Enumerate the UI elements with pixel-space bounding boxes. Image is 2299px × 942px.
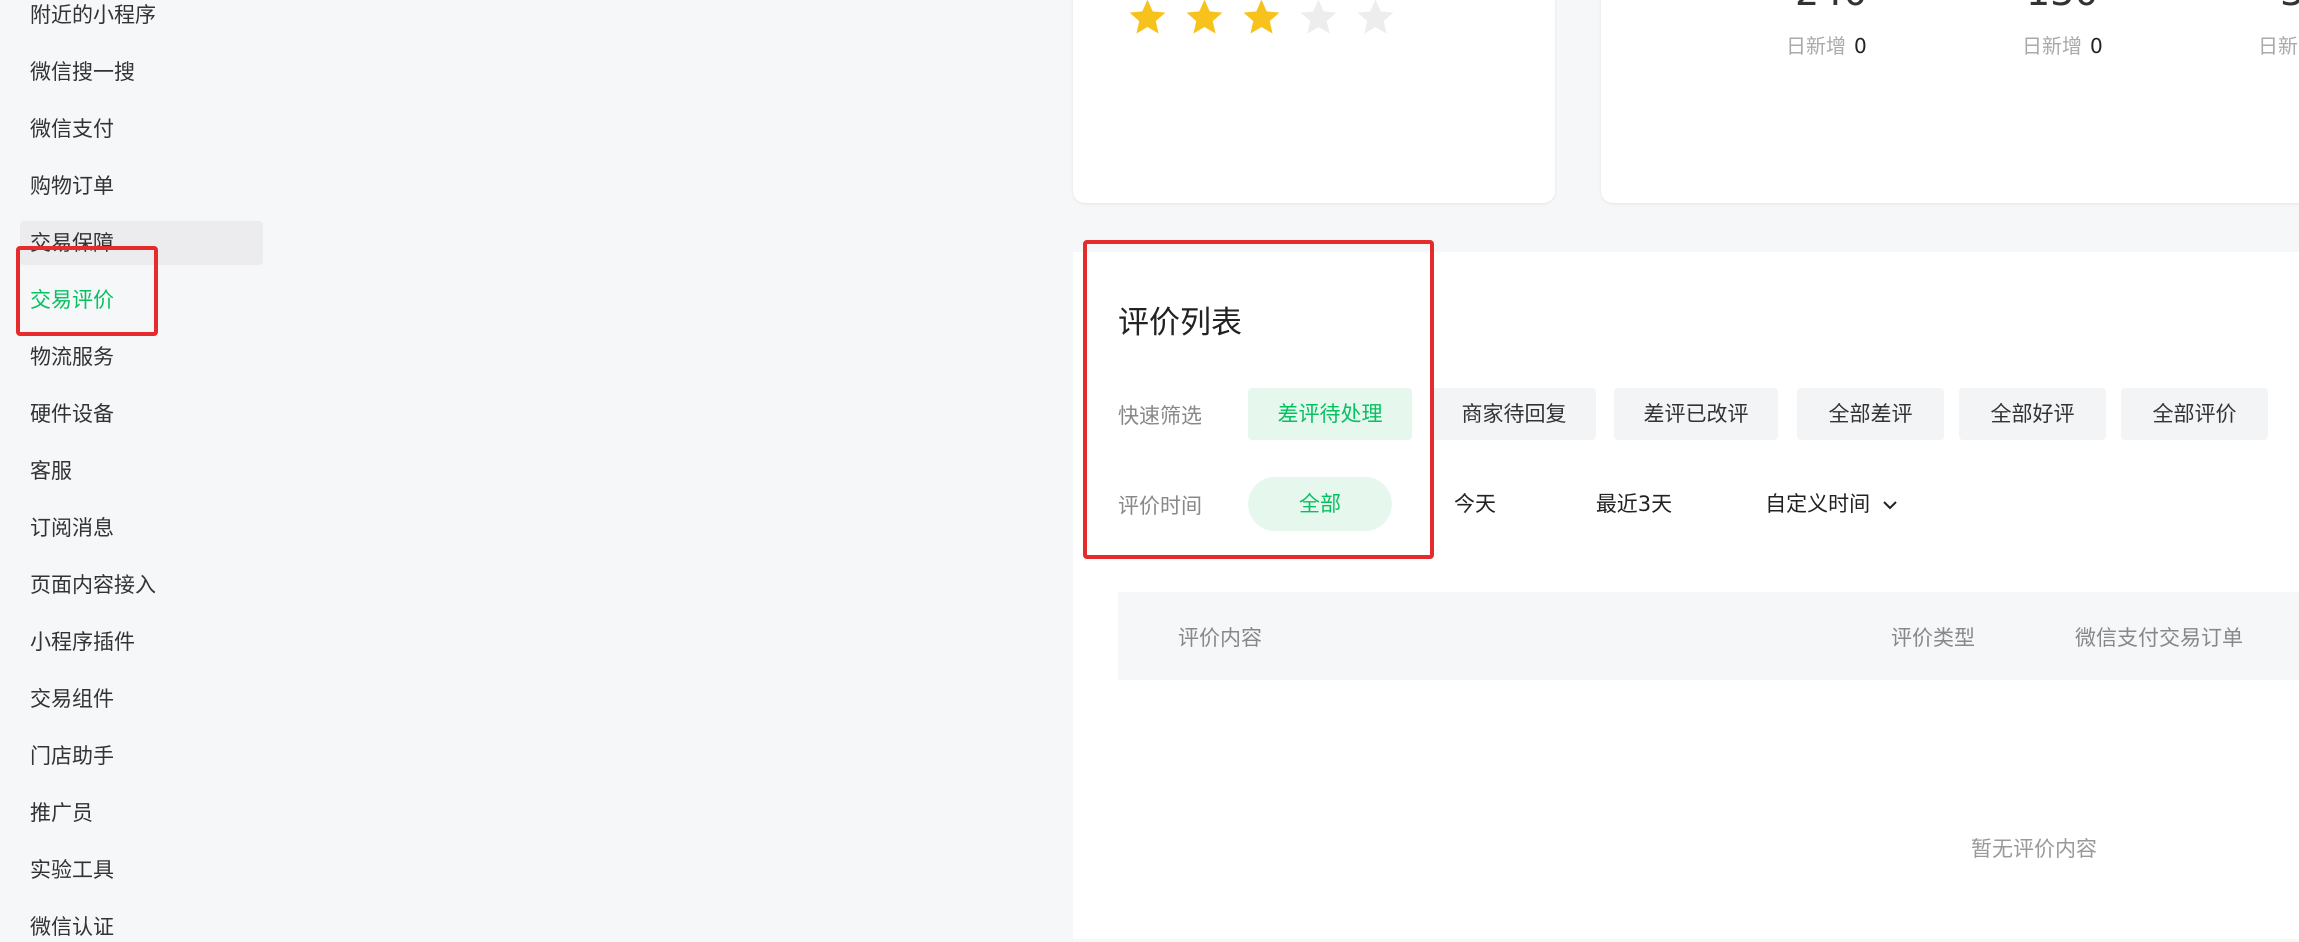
time-filter-last-3-days[interactable]: 最近3天 (1580, 477, 1688, 531)
sidebar-item-hardware[interactable]: 硬件设备 (30, 399, 114, 429)
sidebar-item-wechat-certification[interactable]: 微信认证 (30, 912, 114, 942)
table-header: 评价内容 评价类型 微信支付交易订单 (1118, 592, 2299, 680)
filter-chip-all-reviews[interactable]: 全部评价 (2121, 388, 2268, 440)
filter-chip-all-good[interactable]: 全部好评 (1959, 388, 2106, 440)
sidebar-item-wechat-pay[interactable]: 微信支付 (30, 114, 114, 144)
sidebar-item-wechat-search[interactable]: 微信搜一搜 (30, 57, 135, 87)
filter-chip-merchant-reply-pending[interactable]: 商家待回复 (1432, 388, 1596, 440)
sidebar-item-nearby-miniprogram[interactable]: 附近的小程序 (30, 0, 156, 30)
empty-state-text: 暂无评价内容 (1971, 837, 2097, 861)
stat-label-text: 日新增 (1786, 34, 1846, 58)
filter-chip-all-bad[interactable]: 全部差评 (1797, 388, 1944, 440)
star-empty-icon (1300, 0, 1337, 34)
stat-value: 240 (1795, 0, 1868, 14)
star-empty-icon (1357, 0, 1394, 34)
stat-value: 3 (2280, 0, 2299, 14)
rating-stars (1126, 0, 1397, 39)
stat-delta: 0 (1854, 34, 1867, 58)
sidebar-item-trade-components[interactable]: 交易组件 (30, 684, 114, 714)
star-filled-icon (1129, 0, 1166, 34)
highlight-box-filters (1083, 240, 1434, 559)
time-filter-custom-label: 自定义时间 (1765, 492, 1871, 516)
sidebar-item-logistics[interactable]: 物流服务 (30, 342, 114, 372)
stat-daily-new: 日新增 0 (1786, 30, 1867, 59)
stat-label-text: 日新增 (2258, 34, 2299, 58)
sidebar-item-customer-service[interactable]: 客服 (30, 456, 72, 486)
chevron-down-icon (1883, 501, 1897, 510)
stat-daily-new: 日新增 (2258, 30, 2299, 59)
sidebar-item-promoter[interactable]: 推广员 (30, 798, 93, 828)
sidebar-item-store-assistant[interactable]: 门店助手 (30, 741, 114, 771)
column-header-content: 评价内容 (1178, 626, 1262, 650)
star-filled-icon (1243, 0, 1280, 34)
sidebar-item-shopping-orders[interactable]: 购物订单 (30, 171, 114, 201)
filter-chip-bad-revised[interactable]: 差评已改评 (1614, 388, 1778, 440)
stat-daily-new: 日新增 0 (2022, 30, 2103, 59)
time-filter-custom[interactable]: 自定义时间 (1760, 477, 1904, 531)
column-header-type: 评价类型 (1891, 626, 1975, 650)
highlight-box-sidebar (16, 246, 158, 336)
sidebar-item-page-content[interactable]: 页面内容接入 (30, 570, 156, 600)
stat-value: 130 (2026, 0, 2099, 14)
stat-delta: 0 (2090, 34, 2103, 58)
sidebar-item-plugins[interactable]: 小程序插件 (30, 627, 135, 657)
time-filter-today[interactable]: 今天 (1430, 477, 1520, 531)
stat-label-text: 日新增 (2022, 34, 2082, 58)
sidebar-item-subscription-messages[interactable]: 订阅消息 (30, 513, 114, 543)
stats-card (1601, 0, 2299, 203)
sidebar-item-lab-tools[interactable]: 实验工具 (30, 855, 114, 885)
star-filled-icon (1186, 0, 1223, 34)
sidebar: 附近的小程序 微信搜一搜 微信支付 购物订单 交易保障 交易评价 物流服务 硬件… (0, 0, 1073, 939)
column-header-pay-order: 微信支付交易订单 (2075, 626, 2243, 650)
